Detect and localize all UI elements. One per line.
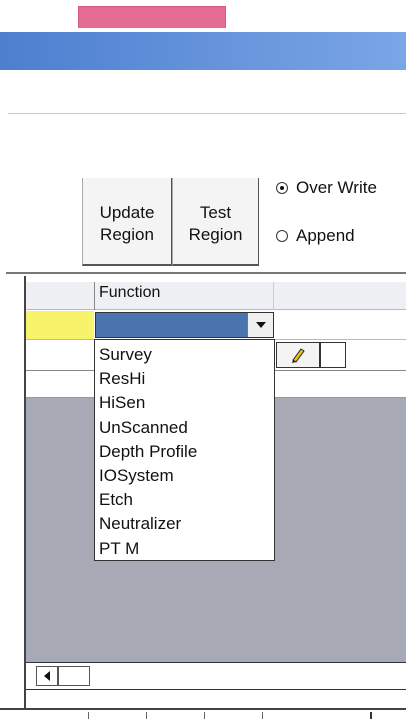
divider <box>8 113 406 114</box>
update-region-button[interactable]: Update Region <box>82 178 172 266</box>
ruler-tick <box>204 712 205 719</box>
ruler-tick <box>146 712 147 719</box>
dropdown-option-hisen[interactable]: HiSen <box>99 391 274 415</box>
overwrite-radio[interactable] <box>276 182 288 194</box>
overwrite-label: Over Write <box>296 178 377 197</box>
append-radio[interactable] <box>276 230 288 242</box>
column-header-function[interactable]: Function <box>94 282 274 310</box>
ruler-tick <box>88 712 89 719</box>
arrow-left-icon <box>44 671 50 681</box>
append-label: Append <box>296 226 355 245</box>
test-region-label: Test Region <box>188 203 243 244</box>
row-selector-current[interactable] <box>26 311 94 339</box>
checkbox-cell[interactable] <box>320 342 346 368</box>
pencil-icon <box>292 348 305 363</box>
pink-tab[interactable] <box>78 6 226 28</box>
scroll-left-button[interactable] <box>36 666 58 686</box>
edit-cell-button[interactable] <box>276 342 320 368</box>
table-row-cell[interactable] <box>274 311 406 339</box>
dropdown-option-reshi[interactable]: ResHi <box>99 367 274 391</box>
dropdown-option-neutralizer[interactable]: Neutralizer <box>99 512 274 536</box>
bottom-status-strip <box>0 708 406 719</box>
overwrite-radio-option[interactable]: Over Write <box>276 178 377 198</box>
dropdown-option-unscanned[interactable]: UnScanned <box>99 416 274 440</box>
append-radio-option[interactable]: Append <box>276 226 355 246</box>
chevron-down-icon <box>255 322 266 328</box>
dropdown-option-etch[interactable]: Etch <box>99 488 274 512</box>
test-region-button[interactable]: Test Region <box>172 178 259 266</box>
function-dropdown-list[interactable]: Survey ResHi HiSen UnScanned Depth Profi… <box>94 339 275 561</box>
dropdown-option-depth-profile[interactable]: Depth Profile <box>99 440 274 464</box>
dropdown-option-pt-m[interactable]: PT M <box>99 537 274 561</box>
update-region-label: Update Region <box>99 203 155 244</box>
ruler-tick <box>262 712 263 719</box>
title-bar <box>0 32 406 70</box>
dropdown-option-survey[interactable]: Survey <box>99 343 274 367</box>
dropdown-option-iosystem[interactable]: IOSystem <box>99 464 274 488</box>
ruler-tick <box>370 712 372 719</box>
dropdown-arrow-button[interactable] <box>247 313 273 337</box>
scroll-thumb[interactable] <box>58 666 90 686</box>
grid-left-border <box>24 276 26 708</box>
